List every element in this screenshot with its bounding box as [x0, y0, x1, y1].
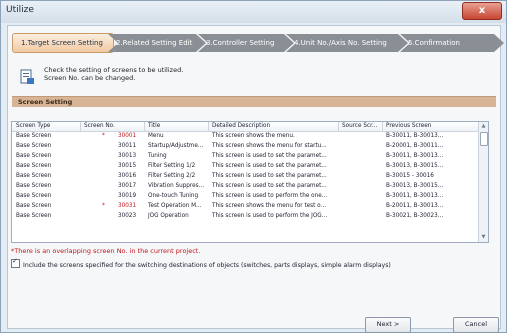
close-button[interactable]: x: [462, 2, 502, 20]
cell-screen-type: Base Screen: [16, 183, 52, 189]
cell-mark: *: [102, 203, 105, 209]
cell-title: Filter Setting 1/2: [148, 163, 196, 169]
cell-detailed-description: This screen is used to set the paramet..…: [212, 153, 327, 159]
window-title: Utilize: [6, 5, 34, 15]
step-controller-setting: 3.Controller Setting: [198, 34, 294, 52]
step-unit-axis-setting: 4.Unit No./Axis No. Setting: [286, 34, 408, 52]
cell-detailed-description: This screen is used to perform the JOG..…: [212, 213, 328, 219]
col-screen-type[interactable]: Screen Type: [16, 123, 50, 129]
cell-screen-no: 30013: [118, 153, 137, 159]
cell-previous-screen: B-30015 - 30016: [386, 173, 434, 179]
section-header: Screen Setting: [12, 96, 496, 107]
cell-previous-screen: B-30013, B-30015...: [386, 183, 444, 189]
col-source-screen[interactable]: Source Scr...: [342, 123, 377, 129]
cell-previous-screen: B-30021, B-30023...: [386, 213, 444, 219]
info-line-2: Screen No. can be changed.: [44, 74, 136, 82]
cell-detailed-description: This screen is used to perform the one..…: [212, 193, 328, 199]
step-confirmation: 5.Confirmation: [400, 34, 504, 52]
cell-title: Vibration Suppres...: [148, 183, 205, 189]
cell-detailed-description: This screen is used to set the paramet..…: [212, 183, 327, 189]
next-button[interactable]: Next >: [365, 317, 411, 333]
cell-previous-screen: B-30013, B-30015...: [386, 163, 444, 169]
cell-screen-type: Base Screen: [16, 153, 52, 159]
step-label: 4.Unit No./Axis No. Setting: [294, 39, 387, 47]
cell-title: One-touch Tuning: [148, 193, 199, 199]
table-row[interactable]: Base Screen 30017 Vibration Suppres... This…: [12, 182, 478, 192]
cell-previous-screen: B-30011, B-30013...: [386, 133, 444, 139]
table-row[interactable]: Base Screen 30023 JOG Operation This screen…: [12, 212, 478, 222]
info-line-1: Check the setting of screens to be utili…: [44, 66, 184, 74]
table-row[interactable]: Base Screen 30015 Filter Setting 1/2 This s…: [12, 162, 478, 172]
checkbox-label: Include the screens specified for the sw…: [23, 262, 391, 269]
cancel-button[interactable]: Cancel: [453, 317, 499, 333]
cell-screen-no: 30015: [118, 163, 137, 169]
cell-mark: *: [102, 133, 105, 139]
cell-title: Test Operation M...: [148, 203, 202, 209]
cell-title: JOG Operation: [148, 213, 189, 219]
cell-screen-no: 30031: [118, 203, 137, 209]
cell-detailed-description: This screen shows the menu for startu...: [212, 143, 327, 149]
cell-screen-type: Base Screen: [16, 193, 52, 199]
cell-title: Filter Setting 2/2: [148, 173, 196, 179]
cell-previous-screen: B-30011, B-30013...: [386, 153, 444, 159]
table-row[interactable]: Base Screen 30019 One-touch Tuning This scr…: [12, 192, 478, 202]
cell-screen-no: 30011: [118, 143, 137, 149]
col-previous-screen[interactable]: Previous Screen: [386, 123, 431, 129]
table-scrollbar[interactable]: ▲ ▼: [478, 122, 488, 242]
cell-previous-screen: B-20011, B-30013...: [386, 203, 444, 209]
step-target-screen-setting: 1.Target Screen Setting: [12, 33, 114, 53]
scroll-thumb[interactable]: [480, 132, 488, 146]
cell-title: Tuning: [148, 153, 167, 159]
step-label: 1.Target Screen Setting: [21, 39, 103, 47]
step-label: 5.Confirmation: [408, 39, 460, 47]
step-label: 2.Related Setting Edit: [116, 39, 193, 47]
cell-previous-screen: B-30011, B-30013...: [386, 193, 444, 199]
cell-screen-type: Base Screen: [16, 163, 52, 169]
table-header: Screen Type Screen No. Title Detailed De…: [12, 122, 478, 132]
checkbox-checked-icon[interactable]: [11, 257, 20, 268]
col-title[interactable]: Title: [148, 123, 160, 129]
step-label: 3.Controller Setting: [206, 39, 275, 47]
section-title: Screen Setting: [18, 98, 73, 106]
table-row[interactable]: Base Screen 30016 Filter Setting 2/2 This s…: [12, 172, 478, 182]
cell-title: Menu: [148, 133, 164, 139]
table-row[interactable]: Base Screen 30011 Startup/Adjustme... This …: [12, 142, 478, 152]
title-bar: Utilize x: [1, 1, 506, 23]
col-screen-no[interactable]: Screen No.: [84, 123, 115, 129]
cell-detailed-description: This screen is used to set the paramet..…: [212, 173, 327, 179]
cell-screen-type: Base Screen: [16, 143, 52, 149]
col-detailed-description[interactable]: Detailed Description: [212, 123, 270, 129]
info-area: Check the setting of screens to be utili…: [16, 66, 496, 94]
cell-detailed-description: This screen shows the menu for test o...: [212, 203, 326, 209]
screen-table[interactable]: Screen Type Screen No. Title Detailed De…: [11, 121, 489, 243]
cell-screen-type: Base Screen: [16, 203, 52, 209]
cell-screen-type: Base Screen: [16, 213, 52, 219]
table-row[interactable]: Base Screen 30013 Tuning This screen is use…: [12, 152, 478, 162]
cell-detailed-description: This screen is used to set the paramet..…: [212, 163, 327, 169]
cell-screen-no: 30017: [118, 183, 137, 189]
cell-previous-screen: B-20001, B-30011...: [386, 143, 444, 149]
scroll-up-icon[interactable]: ▲: [480, 123, 487, 130]
overlap-note: *There is an overlapping screen No. in t…: [11, 247, 201, 255]
document-icon: [20, 69, 34, 84]
wizard-steps: 1.Target Screen Setting 2.Related Settin…: [12, 31, 496, 55]
cell-screen-no: 30016: [118, 173, 137, 179]
scroll-down-icon[interactable]: ▼: [480, 234, 487, 241]
cell-screen-no: 30019: [118, 193, 137, 199]
cell-screen-type: Base Screen: [16, 173, 52, 179]
cell-screen-no: 30023: [118, 213, 137, 219]
table-row[interactable]: Base Screen * 30031 Test Operation M... This…: [12, 202, 478, 212]
step-related-setting-edit: 2.Related Setting Edit: [108, 34, 206, 52]
cell-detailed-description: This screen shows the menu.: [212, 133, 295, 139]
cell-screen-type: Base Screen: [16, 133, 52, 139]
include-switch-destinations-checkbox[interactable]: Include the screens specified for the sw…: [11, 257, 391, 269]
utilize-dialog: Utilize x 1.Target Screen Setting 2.Rela…: [0, 0, 507, 333]
cell-screen-no: 30001: [118, 133, 137, 139]
info-text: Check the setting of screens to be utili…: [44, 66, 183, 82]
table-row[interactable]: Base Screen * 30001 Menu This screen shows t…: [12, 132, 478, 142]
cell-title: Startup/Adjustme...: [148, 143, 204, 149]
